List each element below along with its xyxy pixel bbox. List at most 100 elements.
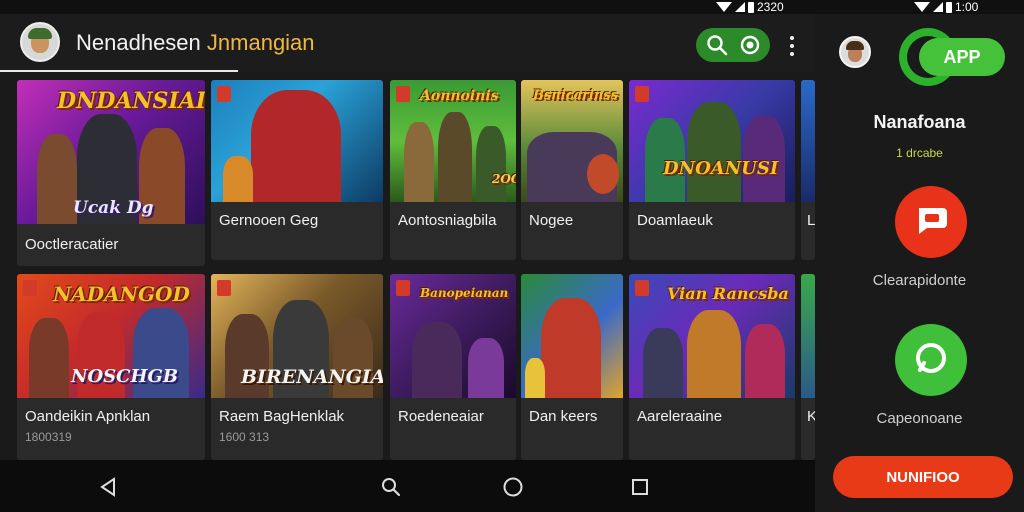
chat-bubble-icon <box>911 200 951 245</box>
system-nav-bar <box>0 460 815 512</box>
game-card[interactable]: DNDANSIAI Ucak Dg Ooctleracatier <box>17 80 205 266</box>
hero-figure <box>404 122 434 202</box>
confirm-button[interactable]: NUNIFIOO <box>833 456 1013 498</box>
wifi-icon <box>716 2 732 12</box>
game-name: L <box>807 212 815 229</box>
game-stat: 1800319 <box>25 430 72 444</box>
top-app-bar: Nenadhesen Jnmangian <box>0 14 815 72</box>
hero-figure <box>412 322 462 398</box>
app-badge[interactable]: APP <box>899 28 1005 86</box>
hero-figure <box>37 134 77 224</box>
game-name: Gernooen Geg <box>219 212 319 229</box>
game-card[interactable]: Vian Rancsba Aareleraaine <box>629 274 795 460</box>
game-card[interactable]: DNOANUSI Doamlaeuk <box>629 80 795 260</box>
game-name: Doamlaeuk <box>637 212 713 229</box>
tab-indicator <box>0 70 238 72</box>
game-name: Ooctleracatier <box>25 236 119 253</box>
hero-figure <box>687 310 741 398</box>
game-cover <box>801 80 815 202</box>
game-badge <box>217 280 231 296</box>
game-cover <box>801 274 815 398</box>
game-cover: DNDANSIAI Ucak Dg <box>17 80 205 224</box>
profile-name: Nanafoana <box>873 112 966 132</box>
back-icon[interactable] <box>95 474 121 500</box>
hero-figure <box>587 154 619 194</box>
home-icon[interactable] <box>500 474 526 500</box>
status-time-right: 1:00 <box>955 0 979 14</box>
hero-figure <box>541 298 601 398</box>
hero-figure <box>438 112 472 202</box>
hero-figure <box>29 318 69 398</box>
share-panel: APP Nanafoana 1 drcabe Clearapidonte Cap… <box>815 14 1024 512</box>
game-logo-sub: BIRENANGIA <box>241 366 383 388</box>
recents-icon[interactable] <box>627 474 653 500</box>
game-logo: NADANGOD <box>53 282 190 306</box>
game-cover: Banopeianan <box>390 274 516 398</box>
game-card[interactable]: BIRENANGIA Raem BagHenklak 1600 313 <box>211 274 383 460</box>
whatsapp-option-button[interactable] <box>895 324 967 396</box>
status-group-right: 1:00 <box>914 0 978 14</box>
battery-icon <box>748 1 754 13</box>
avatar[interactable] <box>20 22 60 62</box>
title-part2: Jnmangian <box>206 30 315 55</box>
game-cover: Vian Rancsba <box>629 274 795 398</box>
whatsapp-icon <box>911 338 951 383</box>
hero-figure <box>643 328 683 398</box>
game-logo: DNOANUSI <box>663 158 779 179</box>
game-badge <box>635 86 649 102</box>
game-logo-sub: Ucak Dg <box>73 198 154 218</box>
game-cover <box>211 80 383 202</box>
game-name: Aareleraaine <box>637 408 723 425</box>
game-card[interactable]: K <box>801 274 815 460</box>
game-logo-sub: 2OGSG <box>492 172 516 186</box>
profile-subtitle: 1 drcabe <box>896 146 943 160</box>
game-name: Oandeikin Apnklan <box>25 408 151 425</box>
game-logo-sub: NOSCHGB <box>71 366 179 387</box>
game-badge <box>635 280 649 296</box>
search-icon[interactable] <box>378 474 404 500</box>
status-time-left: 2320 <box>757 0 784 14</box>
game-badge <box>396 280 410 296</box>
game-card[interactable]: Aonnoinis 2OGSG Aontosniagbila <box>390 80 516 260</box>
battery-icon <box>946 1 952 13</box>
game-card[interactable]: Dan keers <box>521 274 623 460</box>
game-card[interactable]: Gernooen Geg <box>211 80 383 260</box>
game-card[interactable]: Bsnicarinss Nogee <box>521 80 623 260</box>
game-card[interactable]: Banopeianan Roedeneaiar <box>390 274 516 460</box>
hero-figure <box>745 324 785 398</box>
game-cover: DNOANUSI <box>629 80 795 202</box>
signal-icon <box>933 2 943 12</box>
game-name: K <box>807 408 815 425</box>
game-logo: Aonnoinis <box>420 88 499 104</box>
game-cover: Bsnicarinss <box>521 80 623 202</box>
hero-figure <box>468 338 504 398</box>
game-cover: Aonnoinis 2OGSG <box>390 80 516 202</box>
chat-option-button[interactable] <box>895 186 967 258</box>
title-part1: Nenadhesen <box>76 30 201 55</box>
app-badge-label: APP <box>919 38 1005 76</box>
avatar-cap <box>28 28 52 39</box>
hero-figure <box>251 90 341 202</box>
game-cover: NADANGOD NOSCHGB <box>17 274 205 398</box>
game-name: Aontosniagbila <box>398 212 497 229</box>
eye-icon[interactable] <box>736 31 764 59</box>
whatsapp-option-label: Capeonoane <box>876 410 963 427</box>
game-logo: Bsnicarinss <box>533 88 618 103</box>
wifi-icon <box>914 2 930 12</box>
game-name: Roedeneaiar <box>398 408 484 425</box>
avatar-hair <box>846 41 864 50</box>
search-icon[interactable] <box>703 31 731 59</box>
status-group-left: 2320 <box>716 0 784 14</box>
avatar[interactable] <box>839 36 871 68</box>
signal-icon <box>735 2 745 12</box>
game-card[interactable]: L <box>801 80 815 260</box>
screen: 2320 1:00 Nenadhesen Jnmangian DNDANSIAI… <box>0 0 1024 512</box>
game-logo: Vian Rancsba <box>667 284 789 303</box>
game-card[interactable]: NADANGOD NOSCHGB Oandeikin Apnklan 18003… <box>17 274 205 460</box>
page-title: Nenadhesen Jnmangian <box>76 30 315 56</box>
status-bar: 2320 1:00 <box>0 0 1024 14</box>
game-badge <box>217 86 231 102</box>
game-logo: Banopeianan <box>420 286 509 300</box>
more-vert-icon[interactable] <box>786 34 798 58</box>
search-toggle-pill[interactable] <box>696 28 770 62</box>
